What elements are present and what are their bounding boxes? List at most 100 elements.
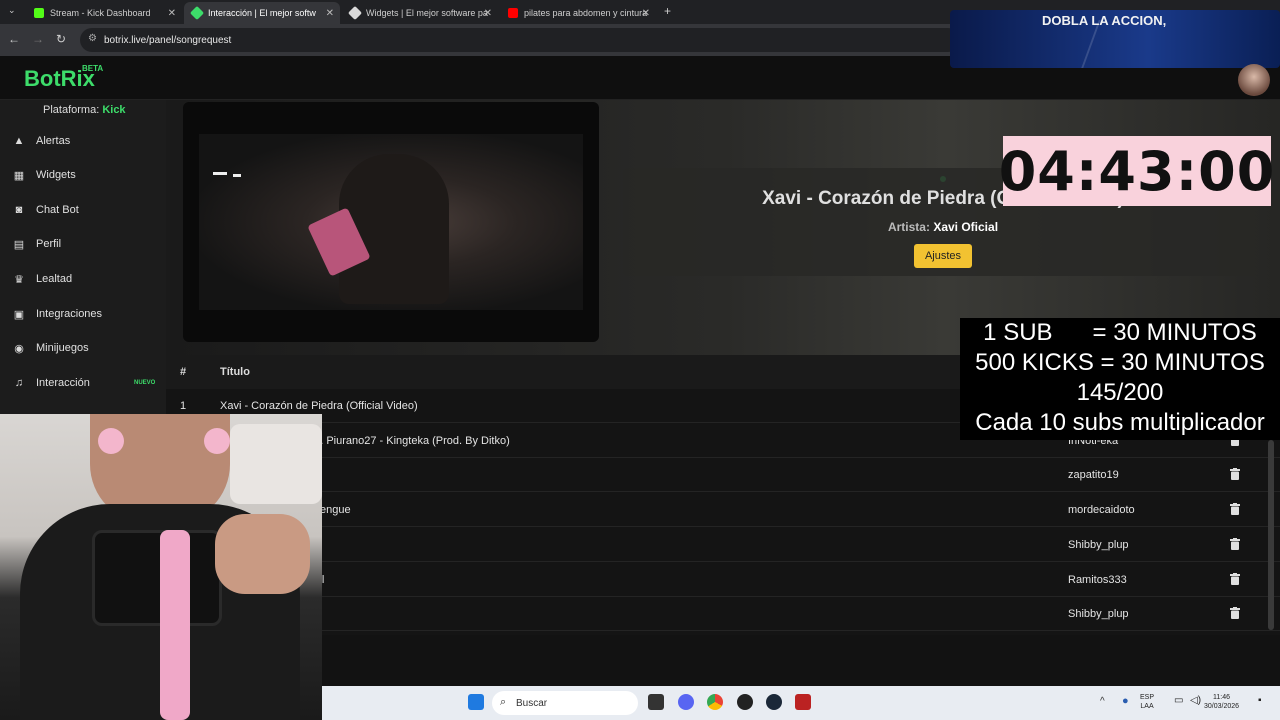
clock-date: 30/03/2026 [1204,703,1240,710]
task-view-icon[interactable] [648,694,664,710]
avatar[interactable] [1238,64,1270,96]
kick-icon [34,8,44,18]
video-light [213,172,227,175]
language-indicator[interactable]: ESP LAA [1140,693,1154,711]
layout-code: LAA [1140,703,1154,710]
table-row[interactable]: - Toño Rosario - Merenguemordecaidoto [166,493,1280,528]
language-code: ESP [1140,694,1155,701]
steam-icon[interactable] [766,694,782,710]
trash-icon[interactable] [1230,503,1240,516]
column-header-index: # [180,366,187,378]
dota-icon[interactable] [795,694,811,710]
notification-icon[interactable]: ▪ [1258,695,1262,706]
video-light [233,174,241,177]
youtube-icon [508,8,518,18]
table-row[interactable]: g (Official Visualiser)Shibby_plup [166,597,1280,632]
forward-icon[interactable]: → [32,32,44,46]
webcam-selfie-stick [160,530,190,720]
obs-icon[interactable] [737,694,753,710]
table-row[interactable]: Volfine - Video OficialRamitos333 [166,563,1280,597]
rule-line: 500 KICKS = 30 MINUTOS [975,349,1265,376]
webcam-hair-tie [204,428,230,454]
microphone-icon[interactable]: ● [1122,695,1129,707]
search-icon: ⌕ [500,696,507,708]
sidebar-item-label: Widgets [36,169,76,181]
music-icon: ♫ [14,377,24,389]
video-frame [199,134,583,310]
video-player[interactable] [183,102,599,342]
new-tab-icon[interactable]: + [664,4,671,18]
grid-icon: ▦ [13,169,25,182]
sidebar-item-interaccion[interactable]: ♫ Interacción NUEVO [0,368,166,398]
sidebar-item-label: Alertas [36,135,71,147]
subathon-timer: 04:43:00 [999,136,1274,206]
sidebar-item-widgets[interactable]: ▦ Widgets [0,160,166,190]
settings-button[interactable]: Ajustes [914,244,972,268]
tab-youtube[interactable]: pilates para abdomen y cintura ✕ [500,2,656,24]
rule-line: 1 SUB = 30 MINUTOS [983,319,1257,346]
sidebar-item-label: Perfil [36,238,62,250]
sidebar-item-label: Chat Bot [36,204,79,216]
taskbar: ⌕ Buscar ^ ● ESP LAA ▭ ◁) 11:46 30/03/20… [322,686,1280,720]
tab-widgets[interactable]: Widgets | El mejor software pa ✕ [342,2,498,24]
back-icon[interactable]: ← [8,32,20,46]
trash-icon[interactable] [1230,468,1240,481]
chrome-icon[interactable] [707,694,723,710]
row-title: Xavi - Corazón de Piedra (Official Video… [220,400,418,412]
close-icon[interactable]: ✕ [484,8,492,19]
volume-icon[interactable]: ◁) [1190,695,1201,706]
sidebar-item-label: Lealtad [36,273,73,285]
scrollbar[interactable] [1268,440,1274,630]
gamepad-icon: ◉ [14,342,24,355]
integration-icon: ▣ [13,308,25,321]
trash-icon[interactable] [1230,607,1240,620]
platform-label: Plataforma: [43,104,100,116]
sidebar-item-integraciones[interactable]: ▣ Integraciones [0,299,166,329]
network-icon[interactable]: ▭ [1174,695,1183,706]
sidebar-item-perfil[interactable]: ▤ Perfil [0,229,166,259]
artist-name: Xavi Oficial [933,220,999,234]
reload-icon[interactable]: ↻ [56,32,66,46]
windows-start-icon[interactable] [468,694,484,710]
close-icon[interactable]: ✕ [326,8,334,19]
platform-indicator[interactable]: Plataforma: Kick [43,104,126,116]
botrix-icon [347,5,363,21]
sidebar-item-chat-bot[interactable]: ◙ Chat Bot [0,195,166,225]
banner-text: DOBLA LA ACCION, [1042,13,1167,28]
row-index: 1 [180,400,187,412]
new-badge: NUEVO [134,380,156,386]
sidebar-item-label: Interacción [36,377,90,389]
tab-label: pilates para abdomen y cintura [524,8,648,18]
tray-chevron-icon[interactable]: ^ [1100,696,1105,707]
trash-icon[interactable] [1230,572,1240,585]
tab-label: Widgets | El mejor software pa [366,8,488,18]
discord-icon[interactable] [678,694,694,710]
clock[interactable]: 11:46 30/03/2026 [1204,693,1239,711]
table-row[interactable]: ds (official video)Shibby_plup [166,528,1280,562]
sidebar-item-minijuegos[interactable]: ◉ Minijuegos [0,333,166,363]
trash-icon[interactable] [1230,537,1240,550]
tab-search-icon[interactable]: ⌄ [8,5,16,16]
table-row[interactable]: zapatito19 [166,458,1280,493]
beta-badge: BETA [82,64,104,73]
botrix-icon [189,5,205,21]
tab-interaccion[interactable]: Interacción | El mejor softw ✕ [184,2,340,24]
robot-icon: ◙ [15,204,23,216]
row-user: zapatito19 [1068,469,1119,482]
column-header-title[interactable]: Título [220,366,250,378]
subathon-rules: 1 SUB = 30 MINUTOS 500 KICKS = 30 MINUTO… [960,318,1280,440]
row-user: Ramitos333 [1068,573,1127,586]
url-input[interactable]: ⚙ botrix.live/panel/songrequest [80,28,960,52]
close-icon[interactable]: ✕ [168,8,176,19]
site-info-icon[interactable]: ⚙ [88,33,97,44]
close-icon[interactable]: ✕ [642,8,650,19]
tab-label: Interacción | El mejor softw [208,8,316,18]
sidebar-item-lealtad[interactable]: ♛ Lealtad [0,264,166,294]
row-user: Shibby_plup [1068,608,1129,621]
webcam-hand [215,514,310,594]
tab-kick-dashboard[interactable]: Stream - Kick Dashboard ✕ [26,2,182,24]
taskbar-search-input[interactable]: ⌕ Buscar [492,691,638,715]
stream-banner: DOBLA LA ACCION, [950,10,1280,68]
sidebar-item-alertas[interactable]: ▲ Alertas [0,126,166,156]
row-user: Shibby_plup [1068,538,1129,551]
